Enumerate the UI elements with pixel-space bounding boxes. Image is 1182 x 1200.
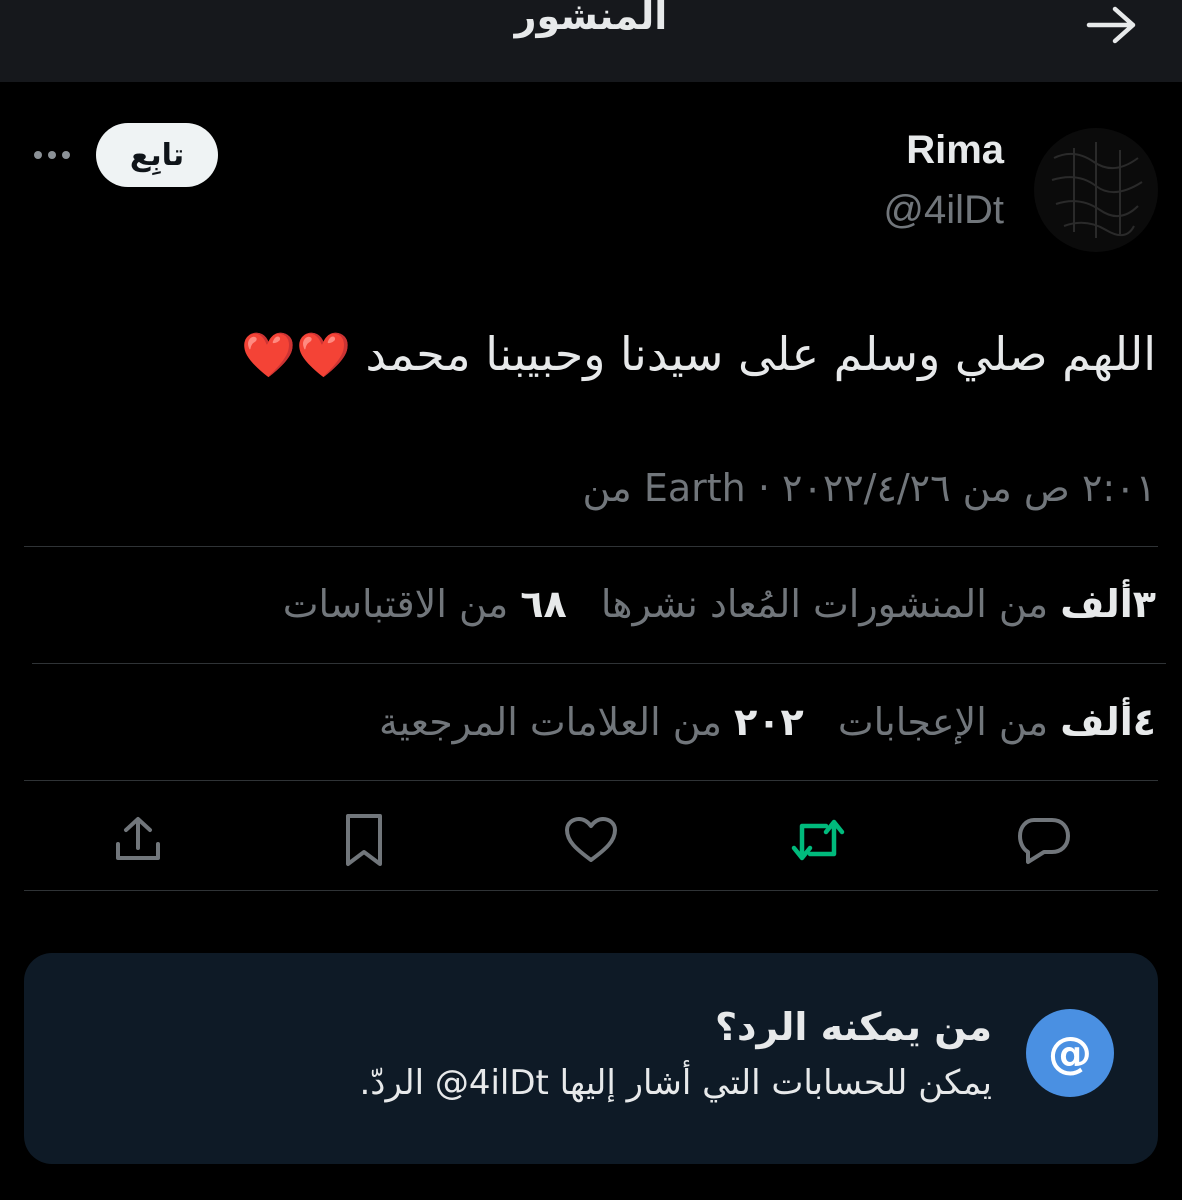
action-bar [24, 790, 1158, 890]
quotes-count: ٦٨ [520, 582, 567, 626]
repost-button[interactable] [786, 808, 850, 872]
divider [32, 663, 1166, 664]
bookmarks-label: من العلامات المرجعية [379, 700, 723, 744]
reply-restriction-title: من يمكنه الرد؟ [714, 1005, 992, 1049]
divider [24, 546, 1158, 547]
reposts-label: من المنشورات المُعاد نشرها [600, 582, 1049, 626]
reply-icon [1018, 818, 1070, 864]
top-bar: المنشور [0, 0, 1182, 82]
likes-label: من الإعجابات [837, 700, 1049, 744]
bookmarks-stat[interactable]: ٢٠٢ من العلامات المرجعية [379, 700, 804, 744]
bookmark-icon [346, 814, 382, 866]
more-options-button[interactable] [30, 140, 74, 170]
likes-count: ٤ألف [1060, 700, 1156, 744]
repost-icon [791, 819, 845, 861]
divider [24, 890, 1158, 891]
more-dots-icon [34, 151, 70, 159]
heart-emoji: ❤️❤️ [241, 330, 351, 381]
share-icon [116, 817, 160, 860]
quotes-label: من الاقتباسات [282, 582, 509, 626]
stats-row-likes: ٤ألف من الإعجابات ٢٠٢ من العلامات المرجع… [26, 692, 1156, 752]
share-button[interactable] [106, 808, 170, 872]
bookmark-button[interactable] [332, 808, 396, 872]
reply-button[interactable] [1012, 808, 1076, 872]
arrow-right-icon [1086, 6, 1136, 44]
reply-restriction-card: @ من يمكنه الرد؟ يمكن للحسابات التي أشار… [24, 953, 1158, 1164]
post-text: اللهم صلي وسلم على سيدنا وحبيبنا محمد ❤️… [26, 318, 1156, 392]
author-name[interactable]: Rima [906, 128, 1004, 173]
page-title: المنشور [514, 0, 668, 38]
follow-button[interactable]: تابِع [96, 123, 218, 187]
post-body: اللهم صلي وسلم على سيدنا وحبيبنا محمد [365, 327, 1156, 381]
divider [24, 780, 1158, 781]
like-button[interactable] [559, 808, 623, 872]
author-handle[interactable]: @4ilDt [883, 188, 1004, 233]
reposts-count: ٣ألف [1060, 582, 1156, 626]
reposts-stat[interactable]: ٣ألف من المنشورات المُعاد نشرها [601, 582, 1156, 626]
post-timestamp[interactable]: ٢:٠١ ص من ٢٠٢٢/٤/٢٦ · Earth من [26, 460, 1156, 516]
avatar[interactable] [1034, 128, 1158, 252]
mention-icon: @ [1026, 1009, 1114, 1097]
reply-restriction-description: يمكن للحسابات التي أشار إليها ‎@4ilDt‏ ا… [359, 1063, 993, 1103]
quotes-stat[interactable]: ٦٨ من الاقتباسات [283, 582, 567, 626]
avatar-image [1034, 128, 1158, 252]
heart-icon [565, 817, 617, 862]
back-button[interactable] [1082, 0, 1142, 50]
likes-stat[interactable]: ٤ألف من الإعجابات [838, 700, 1156, 744]
bookmarks-count: ٢٠٢ [734, 700, 804, 744]
stats-row-reposts: ٣ألف من المنشورات المُعاد نشرها ٦٨ من ال… [26, 574, 1156, 634]
